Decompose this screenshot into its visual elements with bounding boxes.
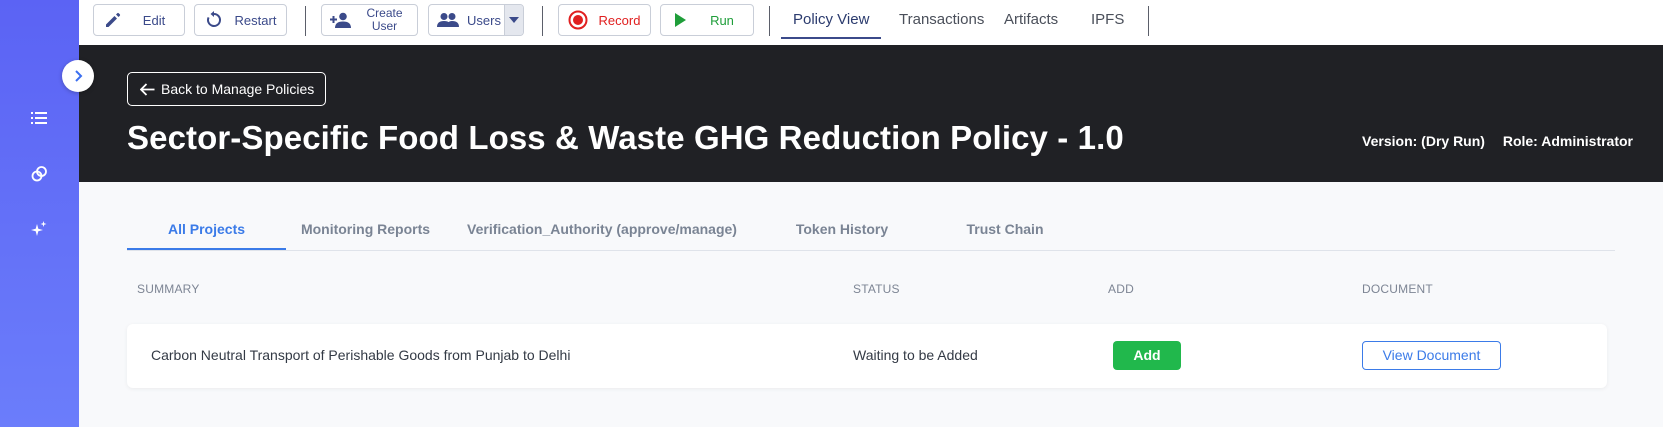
column-header-status: STATUS [853, 282, 900, 296]
status-cell: Waiting to be Added [853, 347, 978, 363]
create-user-label-line2: User [371, 19, 398, 33]
page-title: Sector-Specific Food Loss & Waste GHG Re… [127, 119, 1124, 156]
add-user-icon [330, 9, 352, 31]
header-meta: Version: (Dry Run) Role: Administrator [1362, 133, 1633, 149]
column-header-summary: SUMMARY [137, 282, 200, 296]
tab-monitoring-reports[interactable]: Monitoring Reports [286, 200, 445, 250]
content-tabs: All Projects Monitoring Reports Verifica… [127, 200, 1615, 251]
summary-cell: Carbon Neutral Transport of Perishable G… [151, 347, 571, 363]
column-header-add: ADD [1108, 282, 1134, 296]
nav-tab-policy-view[interactable]: Policy View [781, 0, 882, 39]
arrow-left-icon [140, 82, 155, 96]
nav-tab-transactions[interactable]: Transactions [887, 0, 996, 39]
tab-verification-authority[interactable]: Verification_Authority (approve/manage) [457, 200, 747, 250]
run-label: Run [710, 12, 734, 28]
record-icon [567, 9, 589, 31]
create-user-button[interactable]: Create User [321, 4, 418, 36]
users-label: Users [467, 12, 501, 28]
version-label: Version: (Dry Run) [1362, 133, 1485, 149]
edit-button[interactable]: Edit [93, 4, 185, 36]
chevron-right-icon [75, 70, 83, 82]
nav-tab-artifacts[interactable]: Artifacts [992, 0, 1070, 39]
run-button[interactable]: Run [660, 4, 754, 36]
view-document-button[interactable]: View Document [1362, 341, 1501, 370]
users-dropdown[interactable]: Users [428, 4, 524, 36]
back-label: Back to Manage Policies [161, 81, 315, 97]
policy-toolbar: Edit Restart Create User Users Record Ru… [79, 0, 1663, 46]
toolbar-divider [542, 6, 543, 36]
pencil-icon [102, 9, 124, 31]
create-user-label-line1: Create [366, 6, 403, 20]
toolbar-divider [769, 6, 770, 36]
restart-icon [203, 9, 225, 31]
restart-button[interactable]: Restart [194, 4, 287, 36]
column-header-document: DOCUMENT [1362, 282, 1433, 296]
sparkle-icon[interactable] [27, 217, 51, 241]
users-dropdown-toggle[interactable] [504, 5, 523, 35]
back-to-policies-button[interactable]: Back to Manage Policies [127, 72, 326, 106]
tab-token-history[interactable]: Token History [765, 200, 919, 250]
tab-trust-chain[interactable]: Trust Chain [935, 200, 1075, 250]
toolbar-divider [1148, 6, 1149, 36]
toolbar-divider [305, 6, 306, 36]
link-icon[interactable] [27, 162, 51, 186]
users-icon [437, 9, 459, 31]
list-icon[interactable] [27, 106, 51, 130]
play-icon [669, 9, 691, 31]
nav-tab-ipfs[interactable]: IPFS [1079, 0, 1136, 39]
table-row: Carbon Neutral Transport of Perishable G… [127, 324, 1607, 388]
edit-label: Edit [142, 12, 166, 28]
sidebar-expand-button[interactable] [62, 60, 94, 92]
record-label: Record [598, 12, 641, 28]
tab-all-projects[interactable]: All Projects [127, 200, 286, 250]
policy-header: Back to Manage Policies Sector-Specific … [79, 45, 1663, 182]
add-button[interactable]: Add [1113, 341, 1181, 370]
restart-label: Restart [234, 12, 277, 28]
caret-down-icon [509, 17, 519, 23]
role-label: Role: Administrator [1502, 133, 1633, 149]
record-button[interactable]: Record [558, 4, 651, 36]
